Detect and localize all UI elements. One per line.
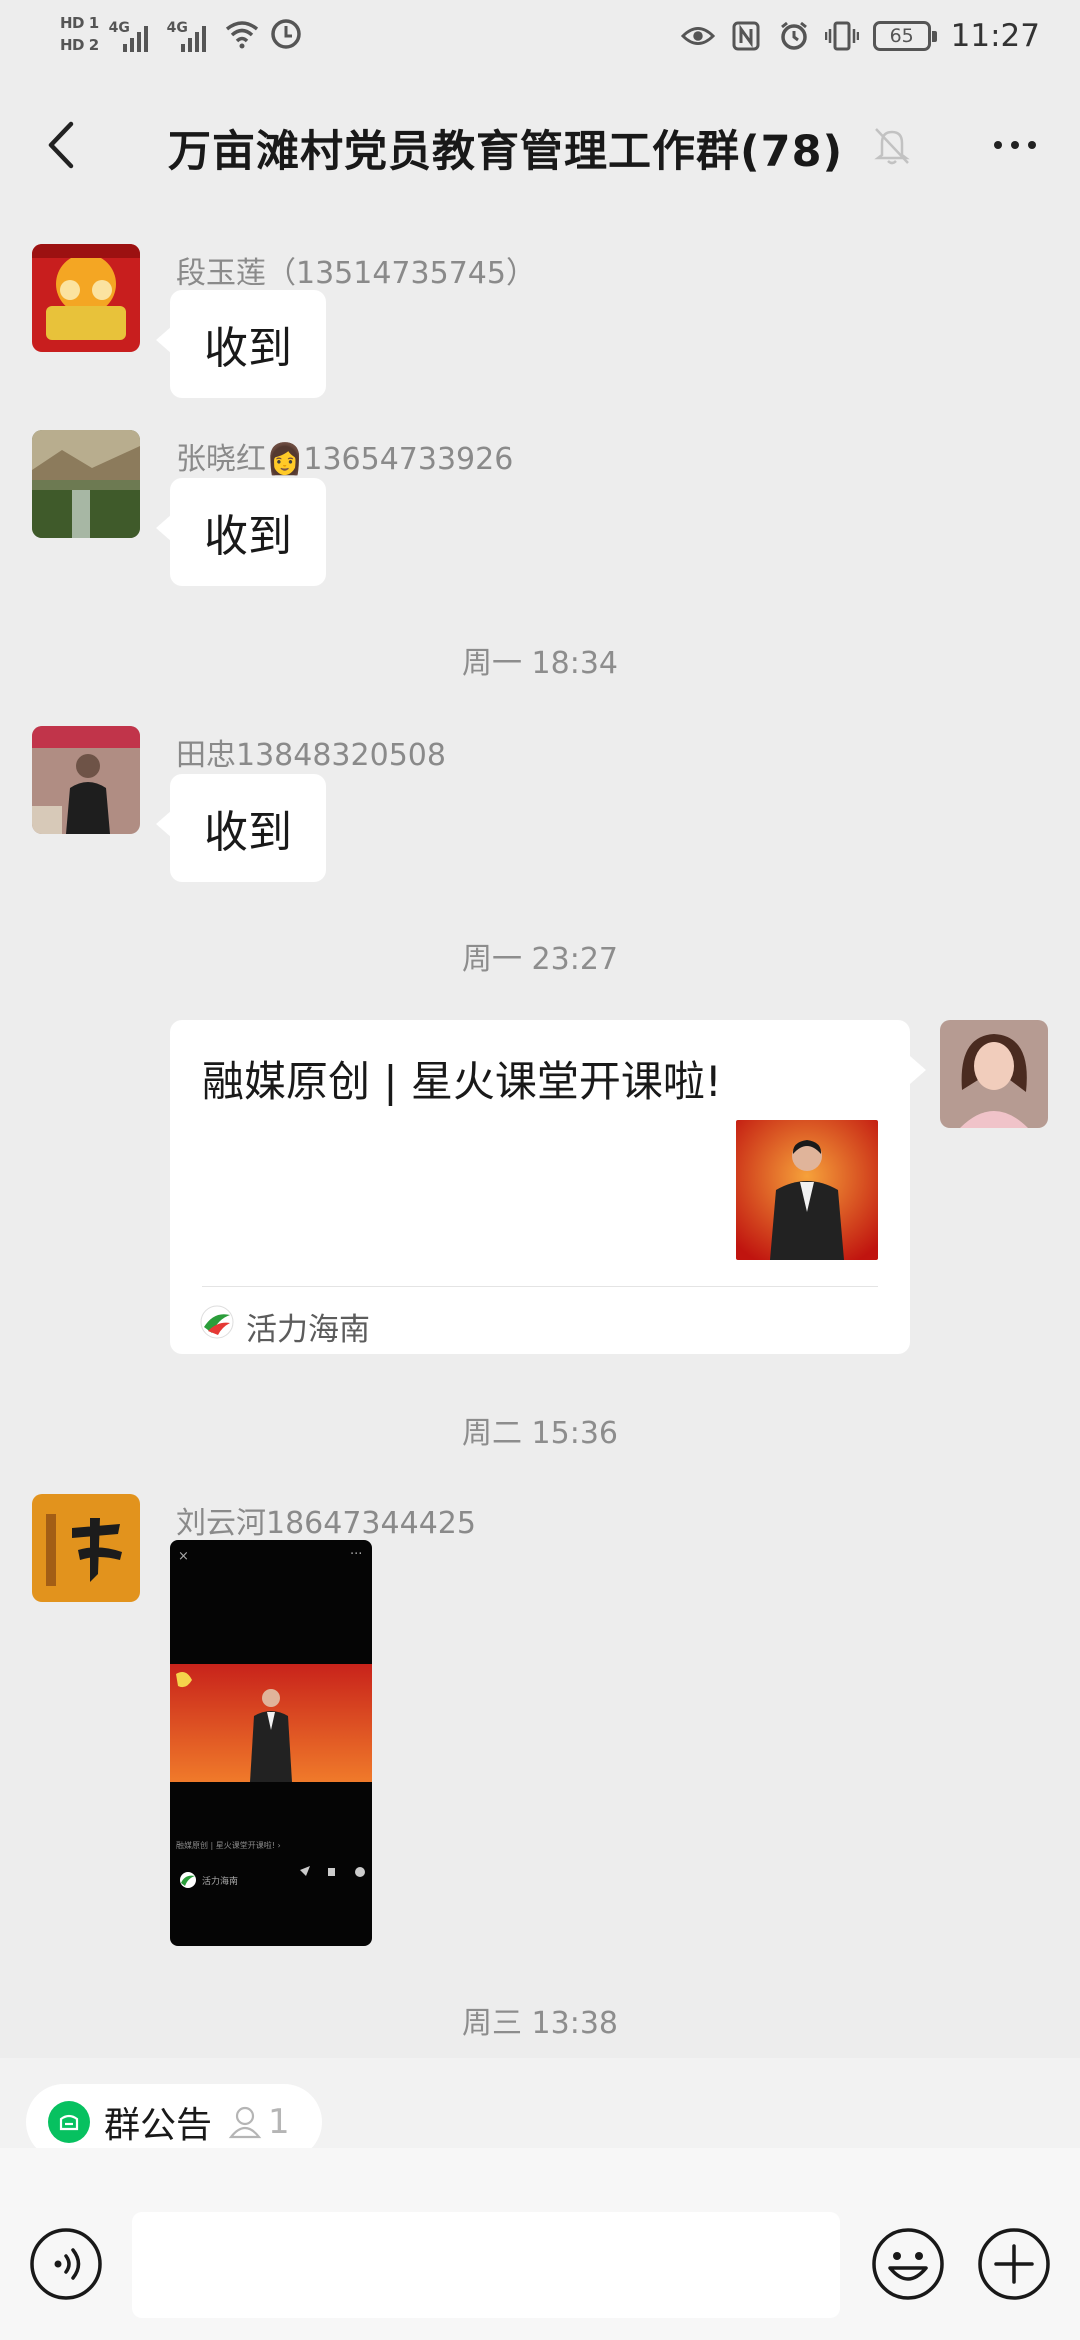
message-bubble[interactable]: 收到	[156, 478, 326, 586]
signal-icon-2: 4G	[167, 12, 215, 56]
link-title: 融媒原创 | 星火课堂开课啦!	[202, 1057, 722, 1106]
my-avatar[interactable]	[940, 1020, 1048, 1128]
message-text: 收到	[204, 323, 292, 374]
svg-text:···: ···	[350, 1547, 362, 1562]
status-bar: HD 1 HD 2 4G 4G 65 11:27	[0, 0, 1080, 80]
hd2-label: HD 2	[60, 36, 99, 54]
video-message[interactable]: × ··· 融媒原创 | 星火课堂开课啦! › 活力海南	[170, 1540, 372, 1946]
message-timestamp: 周二 15:36	[462, 1416, 618, 1451]
alarm-icon	[777, 19, 811, 53]
message-timestamp: 周一 18:34	[462, 646, 618, 681]
link-thumbnail	[736, 1120, 878, 1260]
sender-name: 田忠13848320508	[176, 738, 446, 773]
announcement-icon	[48, 2101, 90, 2143]
message-timestamp: 周三 13:38	[462, 2006, 618, 2041]
sender-name: 刘云河18647344425	[176, 1506, 476, 1541]
avatar[interactable]	[32, 244, 140, 352]
wifi-icon	[225, 17, 259, 51]
battery-icon: 65	[872, 21, 937, 51]
battery-level: 65	[889, 25, 914, 47]
chat-title: 万亩滩村党员教育管理工作群(78)	[168, 127, 844, 177]
more-functions-button[interactable]	[976, 2226, 1052, 2302]
source-logo-icon	[200, 1305, 234, 1339]
signal-icon: 4G	[109, 12, 157, 56]
voice-button[interactable]	[28, 2226, 104, 2302]
svg-text:融媒原创 | 星火课堂开课啦! ›: 融媒原创 | 星火课堂开课啦! ›	[176, 1840, 281, 1850]
notice-count: 1	[268, 2102, 290, 2142]
emoji-icon	[872, 2228, 944, 2300]
message-timestamp: 周一 23:27	[462, 942, 618, 977]
bell-off-icon	[870, 123, 914, 167]
plus-icon	[978, 2228, 1050, 2300]
more-button[interactable]	[980, 120, 1050, 170]
svg-text:活力海南: 活力海南	[202, 1875, 238, 1887]
person-icon	[228, 2106, 262, 2139]
message-input[interactable]	[132, 2212, 840, 2318]
emoji-button[interactable]	[870, 2226, 946, 2302]
back-button[interactable]	[30, 115, 90, 175]
avatar[interactable]	[32, 726, 140, 834]
hd-indicator: HD 1 HD 2	[60, 15, 99, 53]
nfc-icon	[729, 19, 763, 53]
voice-icon	[30, 2228, 102, 2300]
vibrate-icon	[824, 19, 859, 53]
message-bubble[interactable]: 收到	[156, 290, 326, 398]
message-bubble[interactable]: 收到	[156, 774, 326, 882]
svg-text:×: ×	[178, 1549, 189, 1564]
notice-label: 群公告	[104, 2105, 213, 2146]
eye-icon	[680, 19, 715, 53]
chevron-left-icon	[48, 121, 74, 169]
divider	[202, 1286, 878, 1287]
sender-name: 段玉莲（13514735745）	[176, 256, 536, 291]
status-time: 11:27	[950, 18, 1040, 54]
sender-name: 张晓红👩13654733926	[176, 442, 514, 477]
message-text: 收到	[204, 511, 292, 562]
avatar[interactable]	[32, 1494, 140, 1602]
data-saver-icon	[269, 17, 303, 51]
link-source: 活力海南	[246, 1312, 370, 1348]
hd1-label: HD 1	[60, 14, 99, 32]
avatar[interactable]	[32, 430, 140, 538]
chat-header: 万亩滩村党员教育管理工作群(78)	[0, 90, 1080, 200]
message-text: 收到	[204, 807, 292, 858]
more-dots-icon	[994, 141, 1002, 149]
link-card[interactable]: 融媒原创 | 星火课堂开课啦! 活力海南	[170, 1020, 926, 1354]
